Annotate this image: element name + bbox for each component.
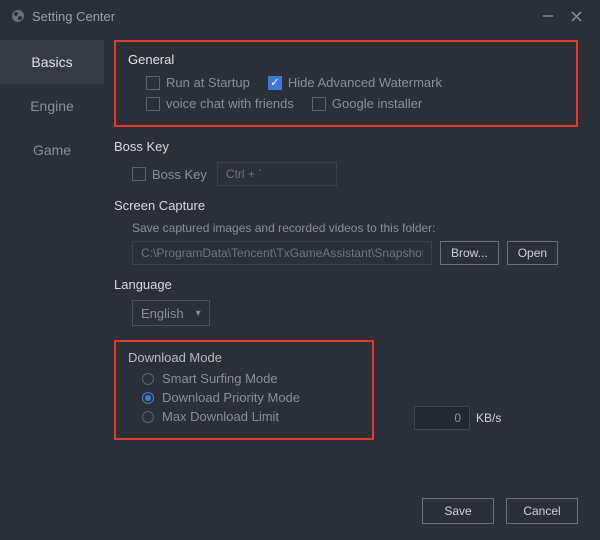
content: General Run at Startup ✓ Hide Advanced W… [104, 32, 600, 540]
bosskey-section: Boss Key Boss Key [114, 139, 578, 186]
download-limit-row: KB/s [414, 406, 501, 430]
checked-icon: ✓ [268, 76, 282, 90]
browse-button[interactable]: Brow... [440, 241, 499, 265]
open-button[interactable]: Open [507, 241, 558, 265]
radio-download-priority[interactable]: Download Priority Mode [128, 390, 360, 405]
checkbox-run-at-startup[interactable]: Run at Startup [146, 75, 250, 90]
close-button[interactable] [562, 2, 590, 30]
sidebar-item-game[interactable]: Game [0, 128, 104, 172]
language-select[interactable]: English ▾ [132, 300, 210, 326]
language-selected: English [141, 306, 184, 321]
language-section: Language English ▾ [114, 277, 578, 326]
capture-path-input[interactable] [132, 241, 432, 265]
titlebar: Setting Center [0, 0, 600, 32]
capture-caption: Save captured images and recorded videos… [114, 221, 578, 235]
window-title: Setting Center [32, 9, 534, 24]
general-section-highlight: General Run at Startup ✓ Hide Advanced W… [114, 40, 578, 127]
bosskey-shortcut-input[interactable] [217, 162, 337, 186]
radio-unselected-icon [142, 411, 154, 423]
settings-window: Setting Center Basics Engine Game Genera… [0, 0, 600, 540]
checkbox-voice-chat[interactable]: voice chat with friends [146, 96, 294, 111]
radio-max-download-limit[interactable]: Max Download Limit [128, 409, 360, 424]
sidebar-item-basics[interactable]: Basics [0, 40, 104, 84]
save-button[interactable]: Save [422, 498, 494, 524]
language-title: Language [114, 277, 578, 292]
checkbox-hide-watermark[interactable]: ✓ Hide Advanced Watermark [268, 75, 442, 90]
general-title: General [128, 52, 564, 67]
cancel-button[interactable]: Cancel [506, 498, 578, 524]
download-limit-input[interactable] [414, 406, 470, 430]
radio-smart-surfing[interactable]: Smart Surfing Mode [128, 371, 360, 386]
radio-selected-icon [142, 392, 154, 404]
app-icon [10, 8, 26, 24]
unchecked-icon [312, 97, 326, 111]
body: Basics Engine Game General Run at Startu… [0, 32, 600, 540]
unchecked-icon [132, 167, 146, 181]
minimize-button[interactable] [534, 2, 562, 30]
unchecked-icon [146, 97, 160, 111]
sidebar: Basics Engine Game [0, 32, 104, 540]
download-section-highlight: Download Mode Smart Surfing Mode Downloa… [114, 340, 374, 440]
checkbox-boss-key[interactable]: Boss Key [132, 167, 207, 182]
footer: Save Cancel [422, 498, 578, 524]
capture-section: Screen Capture Save captured images and … [114, 198, 578, 265]
radio-unselected-icon [142, 373, 154, 385]
download-title: Download Mode [128, 350, 360, 365]
bosskey-title: Boss Key [114, 139, 578, 154]
chevron-down-icon: ▾ [196, 308, 201, 319]
unchecked-icon [146, 76, 160, 90]
sidebar-item-engine[interactable]: Engine [0, 84, 104, 128]
capture-title: Screen Capture [114, 198, 578, 213]
checkbox-google-installer[interactable]: Google installer [312, 96, 422, 111]
download-limit-unit: KB/s [476, 411, 501, 425]
